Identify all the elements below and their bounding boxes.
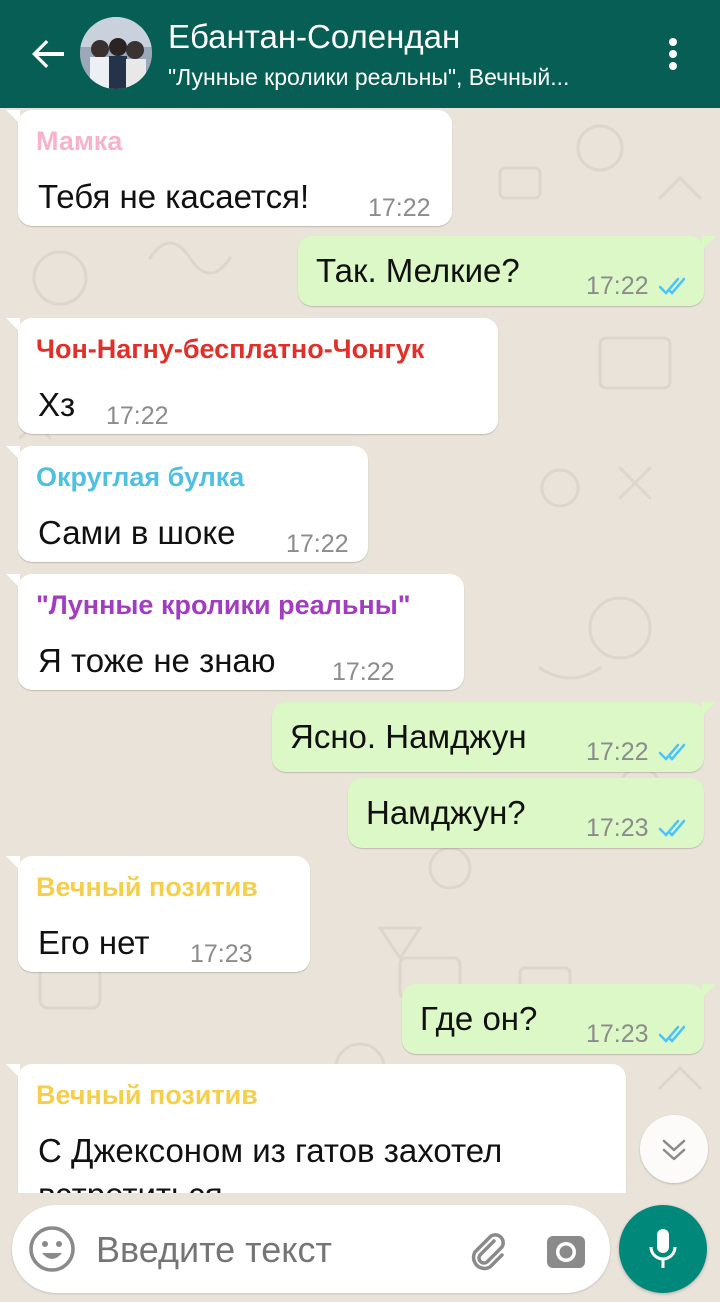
message-text: Его нет [38, 924, 150, 961]
read-receipt-icon [658, 277, 686, 295]
message-time: 17:22 [332, 658, 395, 686]
message-text: Хз [38, 386, 76, 423]
read-receipt-icon [658, 819, 686, 837]
paperclip-icon [471, 1233, 505, 1271]
chat-participants[interactable]: "Лунные кролики реальны", Вечный... [168, 64, 638, 91]
message-bubble-incoming[interactable]: Вечный позитив Его нет 17:23 [6, 856, 310, 972]
sender-name[interactable]: Вечный позитив [36, 1080, 258, 1111]
message-text: Я тоже не знаю [38, 642, 276, 679]
message-time: 17:23 [586, 1020, 649, 1048]
message-text: Сами в шоке [38, 514, 236, 551]
message-bubble-incoming[interactable]: Округлая булка Сами в шоке 17:22 [6, 446, 368, 562]
camera-button[interactable] [542, 1227, 590, 1275]
sender-name[interactable]: Округлая булка [36, 462, 244, 493]
message-time: 17:22 [586, 272, 649, 300]
sender-name[interactable]: "Лунные кролики реальны" [36, 590, 411, 621]
message-time: 17:22 [368, 194, 431, 222]
camera-icon [547, 1236, 585, 1268]
sender-name[interactable]: Чон-Нагну-бесплатно-Чонгук [36, 334, 424, 365]
message-bubble-outgoing[interactable]: Намджун? 17:23 [348, 778, 704, 848]
message-text-line-1: С Джексоном из гатов захотел [38, 1132, 503, 1169]
message-time: 17:23 [586, 814, 649, 842]
group-avatar[interactable] [80, 17, 152, 89]
message-text: Так. Мелкие? [316, 252, 520, 289]
scroll-to-bottom-button[interactable] [640, 1115, 708, 1183]
chevron-double-down-icon [662, 1139, 686, 1161]
message-bubble-outgoing[interactable]: Ясно. Намджун 17:22 [272, 702, 716, 772]
message-text-line-2: встретиться [38, 1176, 223, 1193]
emoji-icon [29, 1226, 75, 1272]
message-composer [12, 1205, 610, 1293]
message-bubble-outgoing[interactable]: Где он? 17:23 [402, 984, 716, 1054]
read-receipt-icon [658, 743, 686, 761]
more-options-button[interactable] [658, 30, 688, 78]
message-time: 17:22 [286, 530, 349, 558]
message-time: 17:22 [106, 402, 169, 430]
message-bubble-incoming[interactable]: Чон-Нагну-бесплатно-Чонгук Хз 17:22 [6, 318, 498, 434]
message-time: 17:23 [190, 940, 253, 968]
back-button[interactable] [24, 30, 72, 78]
attach-button[interactable] [464, 1227, 512, 1275]
microphone-icon [649, 1229, 677, 1268]
back-arrow-icon [32, 40, 64, 68]
read-receipt-icon [658, 1025, 686, 1043]
message-text: Тебя не касается! [38, 178, 310, 215]
chat-title[interactable]: Ебантан-Солендан [168, 18, 460, 56]
message-text: Ясно. Намджун [290, 718, 527, 755]
message-bubble-incoming[interactable]: "Лунные кролики реальны" Я тоже не знаю … [6, 574, 464, 690]
message-bubble-outgoing[interactable]: Так. Мелкие? 17:22 [298, 236, 716, 306]
emoji-button[interactable] [28, 1225, 76, 1273]
sender-name[interactable]: Мамка [36, 126, 122, 157]
more-vert-icon [669, 38, 677, 70]
sender-name[interactable]: Вечный позитив [36, 872, 258, 903]
message-text: Где он? [420, 1000, 538, 1037]
message-time: 17:22 [586, 738, 649, 766]
message-bubble-incoming[interactable]: Мамка Тебя не касается! 17:22 [6, 110, 452, 226]
message-text: Намджун? [366, 794, 526, 831]
message-list[interactable]: Мамка Тебя не касается! 17:22 Так. Мелки… [0, 108, 720, 1193]
message-input[interactable] [96, 1229, 416, 1271]
message-bubble-incoming[interactable]: Вечный позитив С Джексоном из гатов захо… [6, 1064, 626, 1193]
voice-record-button[interactable] [619, 1205, 707, 1293]
chat-header: Ебантан-Солендан "Лунные кролики реальны… [0, 0, 720, 108]
